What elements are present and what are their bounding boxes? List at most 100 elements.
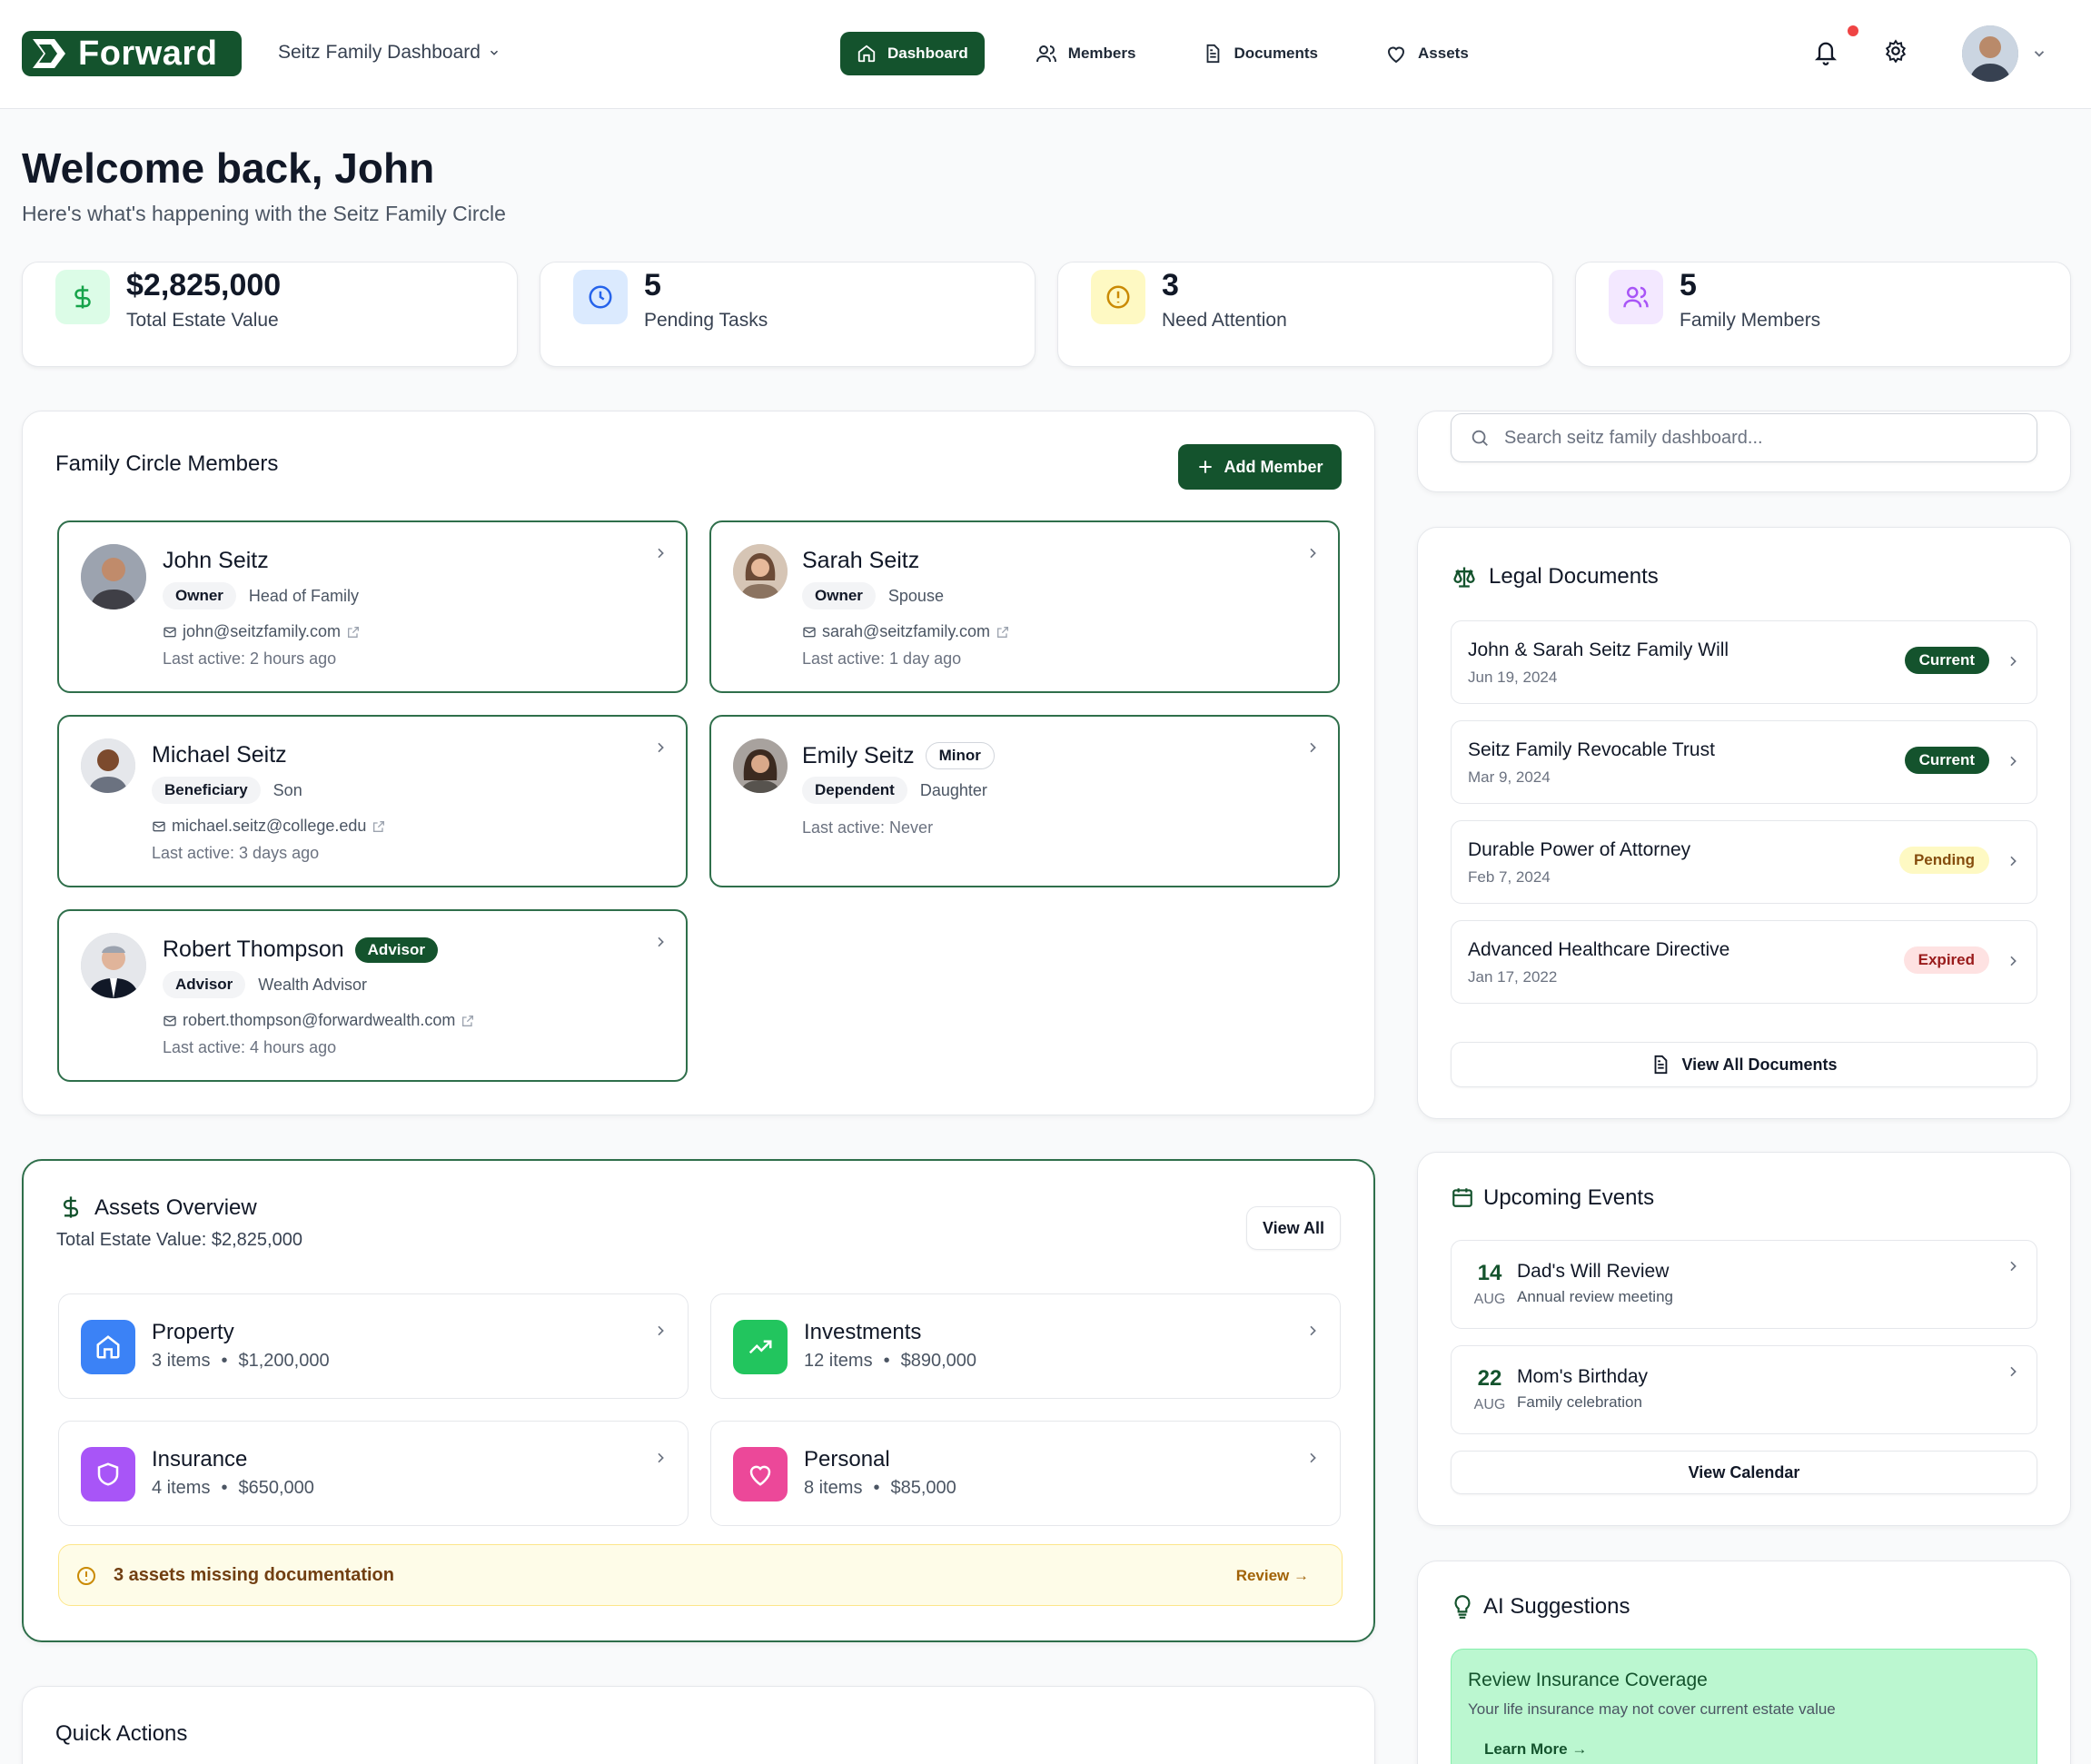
user-avatar[interactable] bbox=[1962, 25, 2018, 82]
view-calendar-label: View Calendar bbox=[1688, 1462, 1800, 1482]
forward-logo[interactable]: Forward bbox=[22, 31, 242, 76]
users-icon bbox=[1609, 270, 1663, 324]
event-item[interactable]: 14 AUG Dad's Will Review Annual review m… bbox=[1451, 1240, 2037, 1329]
event-subtitle: Annual review meeting bbox=[1517, 1288, 1673, 1305]
chevron-right-icon bbox=[658, 1452, 664, 1463]
chevron-right-icon bbox=[1310, 548, 1316, 559]
status-badge: Pending bbox=[1898, 847, 1989, 874]
chevron-right-icon bbox=[658, 548, 664, 559]
asset-name: Personal bbox=[804, 1447, 890, 1472]
event-title: Mom's Birthday bbox=[1517, 1366, 1649, 1387]
member-name: John Seitz bbox=[163, 548, 269, 573]
role-badge: Owner bbox=[802, 582, 876, 609]
legal-document-row[interactable]: Durable Power of Attorney Feb 7, 2024 Pe… bbox=[1451, 820, 2037, 904]
view-all-label: View All bbox=[1262, 1218, 1325, 1237]
legal-document-row[interactable]: John & Sarah Seitz Family Will Jun 19, 2… bbox=[1451, 620, 2037, 704]
mail-icon bbox=[164, 1016, 176, 1026]
search-input[interactable] bbox=[1504, 427, 2013, 449]
asset-items: 8 items bbox=[804, 1478, 863, 1498]
nav-members[interactable]: Members bbox=[1019, 32, 1153, 75]
chevron-right-icon bbox=[2010, 956, 2017, 966]
role-badge: Beneficiary bbox=[152, 777, 261, 804]
chevron-right-icon bbox=[2010, 656, 2017, 667]
view-all-documents-button[interactable]: View All Documents bbox=[1451, 1042, 2037, 1087]
mail-icon bbox=[803, 627, 816, 637]
stat-card-family-members[interactable]: 5 Family Members bbox=[1575, 262, 2071, 367]
notification-dot bbox=[1848, 25, 1858, 36]
minor-badge: Minor bbox=[925, 742, 995, 769]
ai-suggestions-panel: AI Suggestions Review Insurance Coverage… bbox=[1417, 1561, 2071, 1764]
add-member-button[interactable]: Add Member bbox=[1178, 444, 1342, 490]
last-active: Last active: 1 day ago bbox=[802, 649, 962, 668]
family-selector-label: Seitz Family Dashboard bbox=[278, 42, 481, 63]
external-link-icon[interactable] bbox=[346, 625, 361, 639]
nav-documents[interactable]: Documents bbox=[1186, 32, 1334, 75]
member-card-robert-thompson[interactable]: Robert Thompson Advisor Advisor Wealth A… bbox=[57, 909, 688, 1082]
home-icon bbox=[857, 45, 876, 63]
member-card-emily-seitz[interactable]: Emily Seitz Minor Dependent Daughter Las… bbox=[709, 715, 1340, 887]
asset-value: $890,000 bbox=[900, 1351, 977, 1371]
asset-category-investments[interactable]: Investments 12 items • $890,000 bbox=[710, 1293, 1341, 1399]
ai-suggestion-card[interactable]: Review Insurance Coverage Your life insu… bbox=[1451, 1649, 2037, 1764]
home-icon bbox=[81, 1320, 135, 1374]
last-active: Last active: Never bbox=[802, 818, 934, 837]
stat-card-need-attention[interactable]: 3 Need Attention bbox=[1057, 262, 1553, 367]
external-link-icon[interactable] bbox=[461, 1014, 475, 1028]
search-field[interactable] bbox=[1451, 413, 2037, 462]
nav-members-label: Members bbox=[1067, 45, 1136, 62]
event-subtitle: Family celebration bbox=[1517, 1393, 1642, 1411]
last-active: Last active: 2 hours ago bbox=[163, 649, 337, 668]
chevron-right-icon bbox=[658, 1325, 664, 1336]
stat-card-pending-tasks[interactable]: 5 Pending Tasks bbox=[540, 262, 1036, 367]
document-title: Durable Power of Attorney bbox=[1468, 839, 1691, 860]
nav-assets[interactable]: Assets bbox=[1369, 32, 1485, 75]
welcome-subtitle: Here's what's happening with the Seitz F… bbox=[22, 202, 506, 225]
member-email[interactable]: michael.seitz@college.edu bbox=[172, 817, 366, 836]
event-month: AUG bbox=[1473, 1397, 1506, 1412]
panel-title: Family Circle Members bbox=[55, 451, 279, 476]
asset-items: 4 items bbox=[152, 1478, 211, 1498]
member-email[interactable]: john@seitzfamily.com bbox=[183, 622, 341, 641]
member-card-sarah-seitz[interactable]: Sarah Seitz Owner Spouse sarah@seitzfami… bbox=[709, 520, 1340, 693]
view-calendar-button[interactable]: View Calendar bbox=[1451, 1451, 2037, 1494]
member-card-michael-seitz[interactable]: Michael Seitz Beneficiary Son michael.se… bbox=[57, 715, 688, 887]
trending-up-icon bbox=[733, 1320, 788, 1374]
event-day: 22 bbox=[1477, 1366, 1502, 1391]
advisor-badge: Advisor bbox=[354, 937, 438, 963]
notification-bell-icon[interactable] bbox=[1813, 38, 1838, 65]
chevron-down-icon[interactable] bbox=[2031, 45, 2047, 62]
settings-gear-icon[interactable] bbox=[1884, 39, 1908, 63]
event-item[interactable]: 22 AUG Mom's Birthday Family celebration bbox=[1451, 1345, 2037, 1434]
legal-document-row[interactable]: Seitz Family Revocable Trust Mar 9, 2024… bbox=[1451, 720, 2037, 804]
total-estate-subtitle: Total Estate Value: $2,825,000 bbox=[56, 1230, 302, 1250]
asset-value: $1,200,000 bbox=[238, 1351, 330, 1371]
member-card-john-seitz[interactable]: John Seitz Owner Head of Family john@sei… bbox=[57, 520, 688, 693]
asset-value: $650,000 bbox=[238, 1478, 314, 1498]
nav-dashboard[interactable]: Dashboard bbox=[840, 32, 985, 75]
view-all-assets-button[interactable]: View All bbox=[1246, 1206, 1341, 1250]
asset-name: Investments bbox=[804, 1320, 922, 1344]
asset-category-property[interactable]: Property 3 items • $1,200,000 bbox=[58, 1293, 689, 1399]
member-email[interactable]: sarah@seitzfamily.com bbox=[822, 622, 990, 641]
asset-category-personal[interactable]: Personal 8 items • $85,000 bbox=[710, 1421, 1341, 1526]
shield-icon bbox=[81, 1447, 135, 1501]
mail-icon bbox=[153, 821, 165, 831]
nav-assets-label: Assets bbox=[1418, 45, 1469, 62]
member-email[interactable]: robert.thompson@forwardwealth.com bbox=[183, 1011, 455, 1030]
role-badge: Dependent bbox=[802, 777, 907, 804]
external-link-icon[interactable] bbox=[996, 625, 1010, 639]
family-dashboard-selector[interactable]: Seitz Family Dashboard bbox=[278, 42, 500, 64]
asset-category-insurance[interactable]: Insurance 4 items • $650,000 bbox=[58, 1421, 689, 1526]
member-name: Robert Thompson bbox=[163, 937, 344, 962]
last-active: Last active: 3 days ago bbox=[152, 844, 320, 862]
review-link[interactable]: Review → bbox=[1236, 1567, 1309, 1585]
alert-icon bbox=[77, 1567, 95, 1585]
legal-document-row[interactable]: Advanced Healthcare Directive Jan 17, 20… bbox=[1451, 920, 2037, 1004]
asset-items: 3 items bbox=[152, 1351, 211, 1371]
relation-label: Head of Family bbox=[248, 586, 359, 605]
stat-card-estate-value[interactable]: $2,825,000 Total Estate Value bbox=[22, 262, 518, 367]
learn-more-link[interactable]: Learn More → bbox=[1484, 1740, 1587, 1759]
welcome-title: Welcome back, John bbox=[22, 144, 435, 192]
external-link-icon[interactable] bbox=[372, 819, 386, 834]
document-title: John & Sarah Seitz Family Will bbox=[1468, 639, 1729, 660]
